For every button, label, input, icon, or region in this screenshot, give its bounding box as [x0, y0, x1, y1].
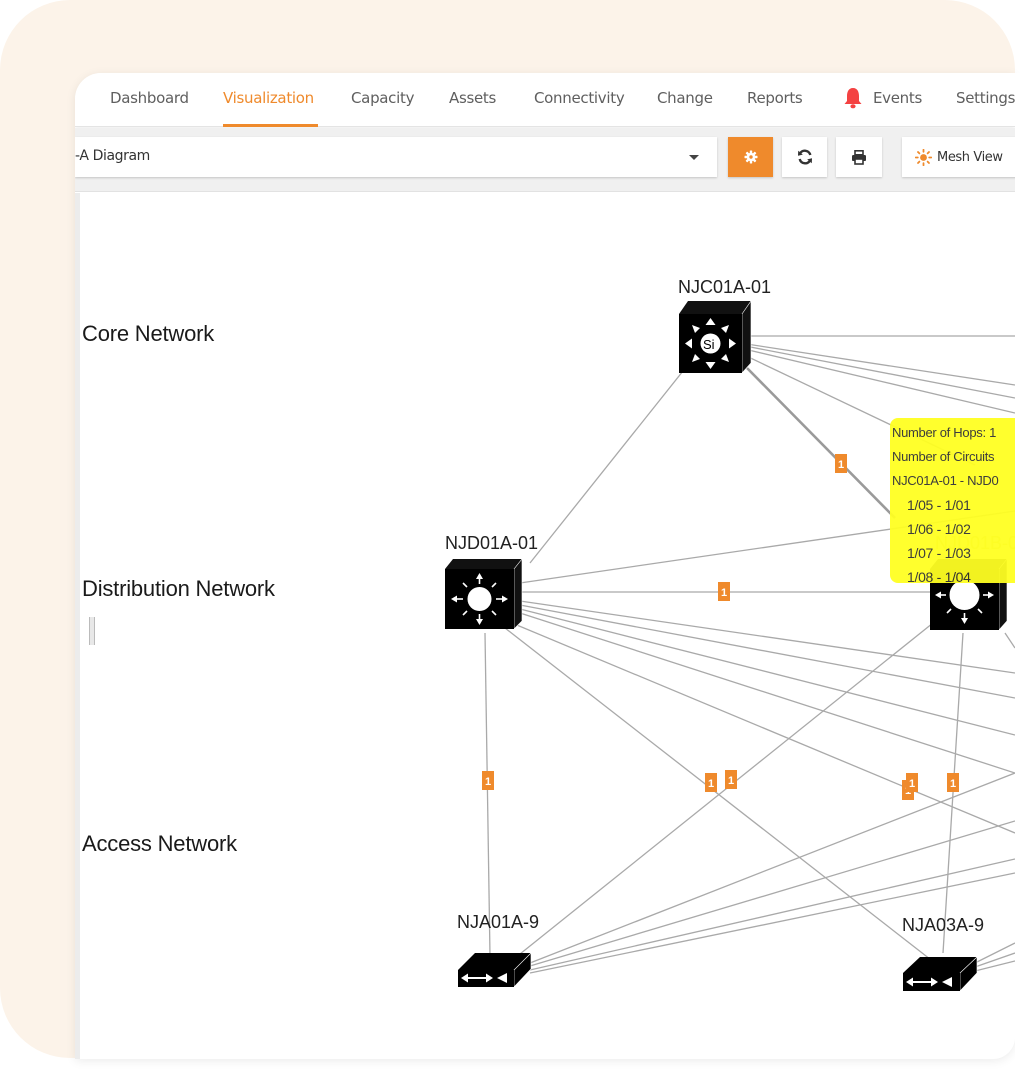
- link-badge[interactable]: 1: [705, 773, 717, 792]
- svg-text:1: 1: [838, 459, 844, 471]
- link[interactable]: [739, 344, 1015, 399]
- app-window: Dashboard Visualization Capacity Assets …: [75, 73, 1015, 1059]
- link-dist-a-access-a[interactable]: [484, 632, 491, 957]
- node-label: NJC01A-01: [678, 277, 771, 297]
- link[interactable]: [974, 960, 1015, 972]
- link[interactable]: [511, 622, 1015, 834]
- tooltip-hops: Number of Hops: 1: [892, 425, 997, 440]
- link-dist-b-access-b[interactable]: [942, 632, 964, 954]
- tooltip-circuit: 1/08 - 1/04: [907, 569, 971, 583]
- link[interactable]: [1004, 632, 1015, 649]
- tooltip-link-name: NJC01A-01 - NJD0: [892, 473, 999, 488]
- svg-text:1: 1: [485, 776, 491, 788]
- link-badges: 1 1 1 1 1 1 1 1: [482, 454, 959, 800]
- link-badge[interactable]: 1: [906, 773, 918, 792]
- tooltip-circuits: Number of Circuits: [892, 449, 995, 464]
- link[interactable]: [529, 820, 1015, 967]
- tooltip-circuit: 1/06 - 1/02: [907, 521, 971, 537]
- svg-text:1: 1: [909, 778, 915, 790]
- link-badge[interactable]: 1: [725, 770, 737, 789]
- network-diagram: NJC01A-01 Si NJD01A-01 NJA01A-9 NJA03A-9…: [445, 277, 1015, 992]
- svg-text:1: 1: [721, 587, 727, 599]
- svg-text:Si: Si: [703, 337, 715, 352]
- window-right-edge: [1015, 73, 1030, 1059]
- node-label: NJA03A-9: [902, 915, 984, 935]
- node-nja01a-9[interactable]: NJA01A-9: [457, 912, 539, 988]
- link-core-dist-b[interactable]: [746, 367, 896, 519]
- link-core-dist-a[interactable]: [529, 370, 684, 564]
- link-badge[interactable]: 1: [947, 773, 959, 792]
- svg-text:1: 1: [950, 778, 956, 790]
- link-tooltip: Number of Hops: 1 Number of Circuits NJC…: [890, 418, 1015, 583]
- node-label: NJA01A-9: [457, 912, 539, 932]
- link[interactable]: [739, 342, 1015, 386]
- node-njc01a-01[interactable]: NJC01A-01 Si: [678, 277, 771, 374]
- svg-text:1: 1: [728, 775, 734, 787]
- tooltip-circuit: 1/05 - 1/01: [907, 497, 971, 513]
- tooltip-circuit: 1/07 - 1/03: [907, 545, 971, 561]
- svg-text:1: 1: [708, 778, 714, 790]
- link-badge[interactable]: 1: [718, 582, 730, 601]
- node-label: NJD01A-01: [445, 533, 538, 553]
- link-badge[interactable]: 1: [835, 454, 847, 473]
- link-badge[interactable]: 1: [482, 771, 494, 790]
